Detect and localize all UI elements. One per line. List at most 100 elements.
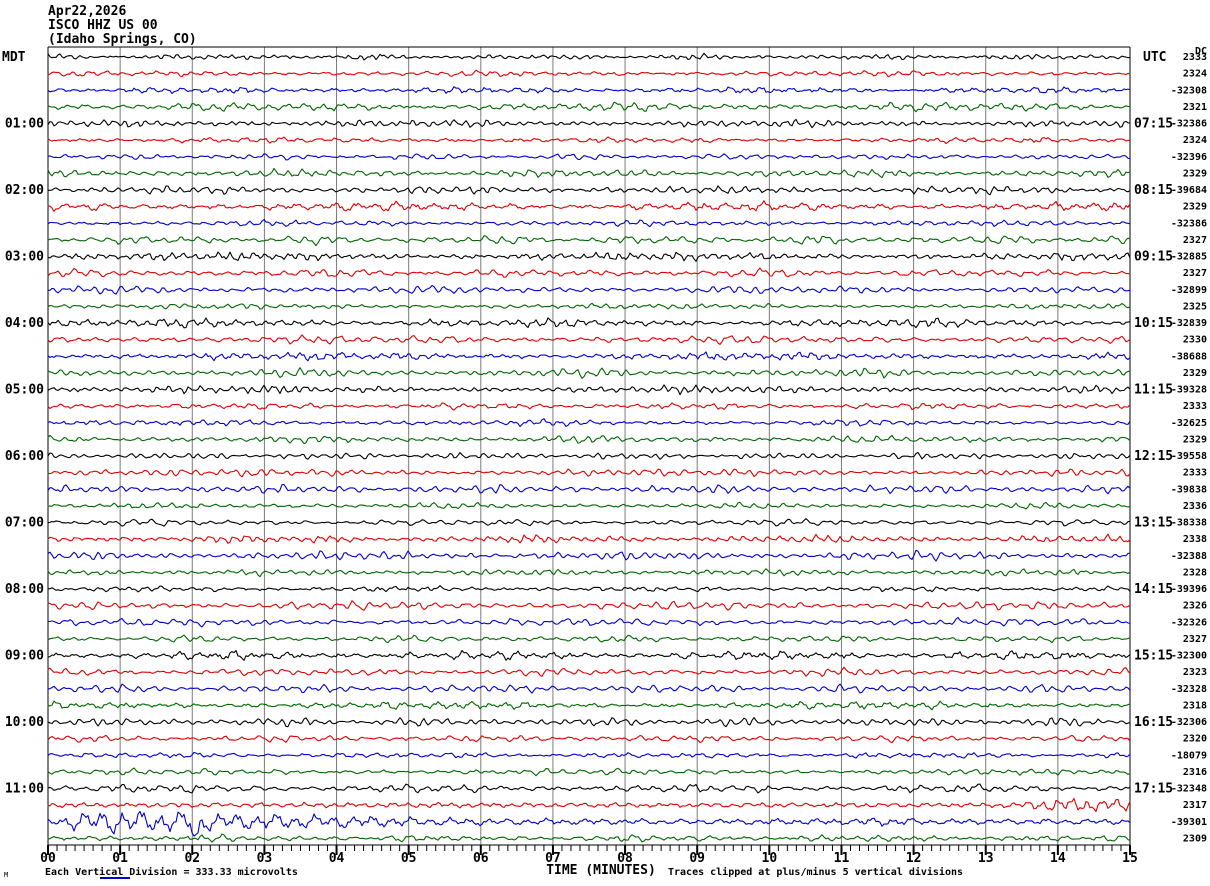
- dc-value: -32388: [1171, 551, 1207, 562]
- x-tick-label: 06: [473, 851, 489, 866]
- title-date: Apr22,2026: [48, 4, 126, 19]
- dc-value: -32396: [1171, 152, 1207, 163]
- dc-value: -32328: [1171, 684, 1207, 695]
- seismogram-trace-row: [47, 52, 1131, 61]
- dc-value: 2329: [1183, 168, 1207, 179]
- seismogram-trace-row: [47, 767, 1131, 777]
- dc-value: 2326: [1183, 601, 1207, 612]
- seismogram-trace-row: [47, 334, 1131, 345]
- seismogram-trace-row: [47, 468, 1131, 478]
- x-tick-label: 11: [834, 851, 850, 866]
- x-tick-label: 10: [762, 851, 778, 866]
- seismogram-trace-row: [47, 734, 1131, 744]
- seismogram-trace-row: [47, 235, 1131, 247]
- seismogram-trace-row: [47, 384, 1131, 396]
- x-tick-label: 05: [401, 851, 417, 866]
- seismogram-trace-row: [47, 501, 1131, 510]
- seismogram-trace-row: [47, 717, 1131, 728]
- dc-value: 2327: [1183, 268, 1207, 279]
- helicorder-page: 00 01 02 03 04 05 06 07 08 09 10 11 12 13 14 15 01:00 02…: [0, 0, 1210, 886]
- dc-value: -32326: [1171, 617, 1207, 628]
- dc-value: -32300: [1171, 651, 1207, 662]
- seismogram-trace-row: [47, 284, 1131, 295]
- left-hour-label: 10:00: [5, 715, 44, 730]
- trace-layer: [47, 52, 1131, 843]
- dc-value: -18079: [1171, 750, 1207, 761]
- footer-right-note: Traces clipped at plus/minus 5 vertical …: [668, 866, 963, 878]
- left-hour-label: 04:00: [5, 316, 44, 331]
- seismogram-trace-row: [47, 136, 1131, 145]
- dc-value: 2321: [1183, 102, 1207, 113]
- x-tick-label: 14: [1050, 851, 1066, 866]
- seismogram-trace-row: [47, 418, 1131, 428]
- right-hour-label: 09:15: [1134, 250, 1173, 265]
- left-hour-label: 01:00: [5, 117, 44, 132]
- x-tick-label: 04: [329, 851, 345, 866]
- seismogram-trace-row: [47, 101, 1131, 113]
- right-hour-label: 11:15: [1134, 383, 1173, 398]
- x-tick-label: 00: [40, 851, 56, 866]
- dc-value: 2330: [1183, 335, 1207, 346]
- x-tick-label: 13: [978, 851, 994, 866]
- dc-value: 2318: [1183, 700, 1207, 711]
- right-hour-label: 17:15: [1134, 782, 1173, 797]
- helicorder-plot: 00 01 02 03 04 05 06 07 08 09 10 11 12 13 14 15 01:0002…: [2, 4, 1207, 879]
- dc-value: -39328: [1171, 385, 1207, 396]
- dc-value: -32348: [1171, 784, 1207, 795]
- dc-value: -32885: [1171, 252, 1207, 263]
- right-hour-label: 12:15: [1134, 449, 1173, 464]
- seismogram-trace-row: [47, 402, 1131, 411]
- right-hour-label: 15:15: [1134, 649, 1173, 664]
- left-hour-label: 06:00: [5, 449, 44, 464]
- left-timezone-label: MDT: [2, 50, 26, 65]
- dc-value: -39301: [1171, 817, 1207, 828]
- dc-value: 2333: [1183, 468, 1207, 479]
- dc-value: 2328: [1183, 567, 1207, 578]
- seismogram-trace-row: [47, 69, 1131, 78]
- seismogram-trace-row: [47, 86, 1131, 94]
- seismogram-trace-row: [47, 751, 1131, 759]
- seismogram-trace-row: [47, 185, 1131, 196]
- seismogram-trace-row: [47, 666, 1131, 678]
- x-tick-label: 15: [1122, 851, 1138, 866]
- dc-value: -32386: [1171, 119, 1207, 130]
- dc-value: 2316: [1183, 767, 1207, 778]
- seismogram-trace-row: [47, 833, 1131, 843]
- seismogram-trace-row: [47, 434, 1131, 445]
- seismogram-trace-row: [47, 351, 1131, 362]
- dc-value: -32386: [1171, 218, 1207, 229]
- left-hour-label: 11:00: [5, 782, 44, 797]
- seismogram-trace-row: [47, 568, 1131, 578]
- dc-value: -38688: [1171, 351, 1207, 362]
- seismogram-trace-row: [47, 616, 1131, 628]
- seismogram-trace-row: [47, 451, 1131, 460]
- x-tick-label: 12: [906, 851, 922, 866]
- left-hour-label: 07:00: [5, 516, 44, 531]
- x-tick-label: 09: [689, 851, 705, 866]
- dc-value: -39396: [1171, 584, 1207, 595]
- seismogram-trace-row: [47, 153, 1131, 161]
- dc-value: 2323: [1183, 667, 1207, 678]
- right-hour-label: 13:15: [1134, 516, 1173, 531]
- dc-value: -32899: [1171, 285, 1207, 296]
- left-hour-label: 05:00: [5, 383, 44, 398]
- seismogram-trace-row: [47, 783, 1131, 794]
- dc-value: -39838: [1171, 484, 1207, 495]
- footer-underline-accent: [100, 877, 130, 879]
- dc-value: 2329: [1183, 202, 1207, 213]
- dc-value: 2317: [1183, 800, 1207, 811]
- dc-value: -32306: [1171, 717, 1207, 728]
- dc-value: 2324: [1183, 135, 1207, 146]
- dc-value: 2327: [1183, 235, 1207, 246]
- dc-value: -32839: [1171, 318, 1207, 329]
- seismogram-trace-row: [47, 167, 1131, 179]
- seismogram-trace-row: [47, 797, 1131, 812]
- seismogram-trace-row: [47, 533, 1131, 544]
- dc-value: 2325: [1183, 301, 1207, 312]
- seismogram-trace-row: [47, 317, 1131, 329]
- dc-value: 2329: [1183, 368, 1207, 379]
- static-text: Apr22,2026 ISCO HHZ US 00 (Idaho Springs…: [2, 4, 1207, 879]
- dc-value: 2327: [1183, 634, 1207, 645]
- seismogram-trace-row: [47, 649, 1131, 661]
- seismogram-trace-row: [47, 683, 1131, 694]
